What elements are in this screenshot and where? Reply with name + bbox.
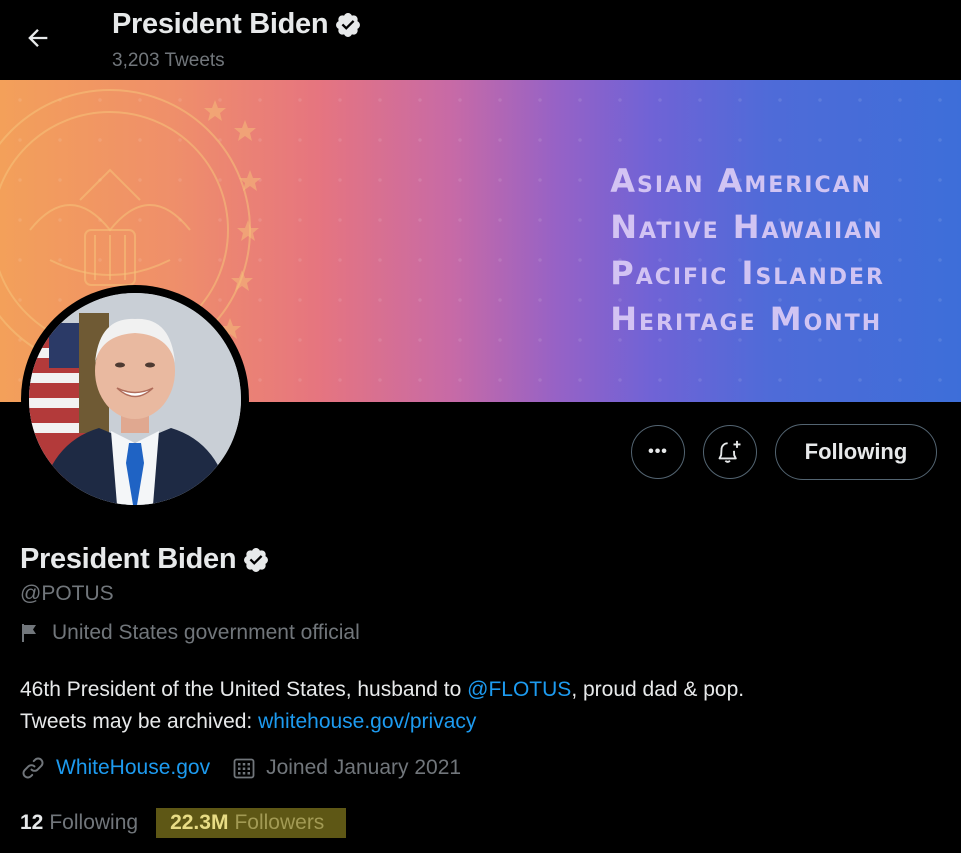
calendar-icon xyxy=(233,758,255,779)
bio-text-2: , proud dad & pop. xyxy=(571,678,745,701)
bio-line-1: 46th President of the United States, hus… xyxy=(20,674,940,706)
profile-name: President Biden xyxy=(20,543,270,576)
banner-line-2: Native Hawaiian xyxy=(610,208,884,246)
followers-label: Followers xyxy=(234,811,325,834)
followers-count: 22.3M xyxy=(170,811,229,834)
following-count: 12 xyxy=(20,811,44,834)
top-bar: President Biden 3,203 Tweets xyxy=(0,0,961,80)
profile-meta: WhiteHouse.gov Joined January 2021 xyxy=(20,755,483,781)
bio-text-3: Tweets may be archived: xyxy=(20,710,259,733)
avatar[interactable] xyxy=(21,285,249,513)
website-item: WhiteHouse.gov xyxy=(20,755,210,781)
avatar-portrait-icon xyxy=(29,293,241,505)
verified-badge-icon xyxy=(244,547,269,572)
profile-category: United States government official xyxy=(20,621,360,645)
banner-line-1: Asian American xyxy=(610,162,873,200)
bio-line-2: Tweets may be archived: whitehouse.gov/p… xyxy=(20,706,940,738)
following-button[interactable]: Following xyxy=(775,424,937,480)
bell-plus-icon xyxy=(718,440,741,463)
website-link[interactable]: WhiteHouse.gov xyxy=(56,756,210,780)
category-text: United States government official xyxy=(52,621,360,644)
following-label: Following xyxy=(49,811,139,834)
back-button[interactable] xyxy=(18,18,58,58)
flag-icon xyxy=(22,624,36,642)
profile-stats: 12 Following 22.3M Followers xyxy=(20,808,347,838)
profile-bio: 46th President of the United States, hus… xyxy=(20,674,940,738)
followers-stat[interactable]: 22.3M Followers xyxy=(156,808,347,838)
tweet-count: 3,203 Tweets xyxy=(112,50,225,71)
joined-text: Joined January 2021 xyxy=(266,756,462,779)
notifications-button[interactable] xyxy=(703,425,757,479)
banner-line-3: Pacific Islander xyxy=(610,254,885,292)
header-name: President Biden xyxy=(112,8,362,41)
arrow-left-icon xyxy=(28,29,48,47)
banner-heritage-text: Asian American Native Hawaiian Pacific I… xyxy=(610,158,885,342)
avatar-image xyxy=(29,293,241,505)
privacy-link[interactable]: whitehouse.gov/privacy xyxy=(258,710,476,733)
flotus-mention-link[interactable]: @FLOTUS xyxy=(467,678,571,701)
following-stat[interactable]: 12 Following xyxy=(20,811,138,835)
header-name-text: President Biden xyxy=(112,8,329,40)
more-options-button[interactable]: ••• xyxy=(631,425,685,479)
more-icon: ••• xyxy=(648,443,668,460)
profile-name-text: President Biden xyxy=(20,543,237,575)
link-icon xyxy=(22,757,44,779)
bio-text-1: 46th President of the United States, hus… xyxy=(20,678,468,701)
banner-line-4: Heritage Month xyxy=(610,300,883,338)
joined-item: Joined January 2021 xyxy=(232,756,461,780)
profile-handle: @POTUS xyxy=(20,582,114,605)
verified-badge-icon xyxy=(336,12,361,37)
